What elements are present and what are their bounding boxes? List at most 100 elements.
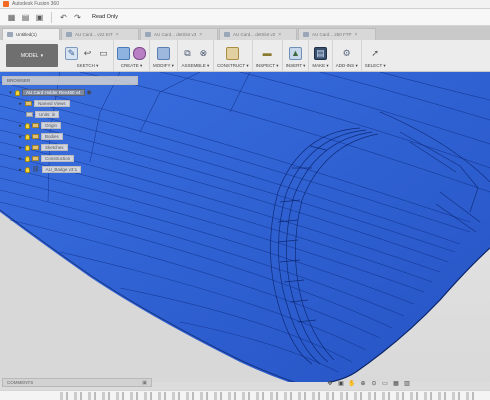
- expand-arrow-icon[interactable]: ▸: [18, 101, 23, 107]
- select-group[interactable]: ➚ SELECT ▾: [362, 40, 389, 71]
- create-sketch-icon[interactable]: ✎: [65, 46, 78, 60]
- joint-icon[interactable]: ⊗: [197, 47, 210, 60]
- folder-icon: [32, 123, 39, 128]
- fusion-logo-icon: [3, 1, 9, 7]
- construct-group[interactable]: CONSTRUCT ▾: [214, 40, 253, 71]
- navigation-bar: ✥ ▣ ✋ ⊕ ⊙ ▭ ▦ ▥: [326, 378, 450, 388]
- tab-close-icon[interactable]: ×: [116, 32, 119, 38]
- folder-icon: [32, 145, 39, 150]
- construct-label: CONSTRUCT ▾: [216, 63, 249, 68]
- grid-settings-icon[interactable]: ▦: [392, 379, 400, 387]
- measure-icon[interactable]: ▬: [261, 47, 274, 60]
- workspace-switcher[interactable]: MODEL ▾: [6, 44, 58, 67]
- fit-icon[interactable]: ⊙: [370, 379, 378, 387]
- visibility-bulb-icon[interactable]: [25, 166, 30, 173]
- tab-label: AU Card... v22 EIT: [75, 32, 113, 37]
- press-pull-icon[interactable]: [156, 46, 170, 60]
- save-icon[interactable]: ▣: [34, 12, 45, 23]
- tab-document-5[interactable]: AU Card... 250 FTP ×: [298, 28, 376, 40]
- expand-arrow-icon[interactable]: ▸: [18, 156, 23, 162]
- add-comment-icon[interactable]: ▣: [142, 380, 147, 386]
- inspect-group[interactable]: ▬ INSPECT ▾: [253, 40, 283, 71]
- visibility-bulb-icon[interactable]: [25, 144, 30, 151]
- activate-radio-icon[interactable]: ◉: [87, 89, 92, 96]
- tab-document-4[interactable]: AU Card... detSlot v2 ×: [219, 28, 297, 40]
- read-only-label: Read Only: [92, 14, 118, 20]
- document-icon: [7, 32, 13, 37]
- select-label: SELECT ▾: [364, 63, 386, 68]
- look-at-icon[interactable]: ▣: [337, 379, 345, 387]
- undo-icon[interactable]: ↶: [58, 12, 69, 23]
- pan-icon[interactable]: ✋: [348, 379, 356, 387]
- assemble-group[interactable]: ⧉ ⊗ ASSEMBLE ▾: [178, 40, 214, 71]
- comments-panel[interactable]: COMMENTS ▣: [2, 378, 152, 387]
- window-title: Autodesk Fusion 360: [12, 1, 59, 7]
- data-panel-grid-icon[interactable]: ▦: [6, 12, 17, 23]
- timeline-markers: [60, 392, 480, 400]
- display-settings-icon[interactable]: ▭: [381, 379, 389, 387]
- expand-arrow-icon[interactable]: ▸: [18, 123, 23, 129]
- new-component-icon[interactable]: ⧉: [181, 47, 194, 60]
- insert-group[interactable]: ▲ INSERT ▾: [283, 40, 310, 71]
- document-tab-strip: Untitled(1) AU Card... v22 EIT × AU Card…: [0, 26, 490, 40]
- tree-item-construction[interactable]: ▸ Construction: [18, 154, 75, 163]
- tree-item-root[interactable]: ▾ AU Card Holder Rev460 v4 ◉: [8, 88, 92, 97]
- file-menu-icon[interactable]: ▤: [20, 12, 31, 23]
- sketch-group[interactable]: ✎ ↩ ▭ SKETCH ▾: [62, 40, 114, 71]
- rectangle-icon[interactable]: ▭: [97, 47, 110, 60]
- visibility-bulb-icon[interactable]: [25, 122, 30, 129]
- extrude-icon[interactable]: [117, 46, 130, 60]
- expand-arrow-icon[interactable]: ▸: [18, 167, 23, 173]
- tree-item-label: Units: in: [35, 111, 60, 118]
- tab-close-icon[interactable]: ×: [355, 32, 358, 38]
- timeline-strip[interactable]: [0, 390, 490, 400]
- tab-document-2[interactable]: AU Card... v22 EIT ×: [61, 28, 139, 40]
- visibility-bulb-icon[interactable]: [25, 155, 30, 162]
- form-icon[interactable]: [133, 46, 146, 60]
- insert-image-icon[interactable]: ▲: [288, 46, 302, 60]
- visibility-bulb-icon[interactable]: [25, 133, 30, 140]
- zoom-icon[interactable]: ⊕: [359, 379, 367, 387]
- tab-label: AU Card... 250 FTP: [312, 32, 352, 37]
- document-icon: [224, 32, 230, 37]
- tab-label: Untitled(1): [16, 32, 37, 37]
- tree-item-label: Origin: [41, 122, 62, 129]
- sketch-label: SKETCH ▾: [76, 63, 99, 68]
- redo-icon[interactable]: ↷: [72, 12, 83, 23]
- 3d-print-icon[interactable]: ▤: [314, 46, 328, 60]
- tree-item-sketches[interactable]: ▸ Sketches: [18, 143, 68, 152]
- tab-untitled[interactable]: Untitled(1): [2, 28, 60, 40]
- offset-plane-icon[interactable]: [226, 46, 240, 60]
- collapse-arrow-icon[interactable]: ▾: [8, 90, 13, 96]
- select-cursor-icon[interactable]: ➚: [369, 47, 382, 60]
- tab-close-icon[interactable]: ×: [199, 32, 202, 38]
- orbit-icon[interactable]: ✥: [326, 379, 334, 387]
- tree-item-origin[interactable]: ▸ Origin: [18, 121, 62, 130]
- assemble-label: ASSEMBLE ▾: [181, 63, 210, 68]
- tree-item-bodies[interactable]: ▸ Bodies: [18, 132, 63, 141]
- tree-item-named-views[interactable]: ▸ Named Views: [18, 99, 70, 108]
- modify-group[interactable]: MODIFY ▾: [150, 40, 178, 71]
- tab-close-icon[interactable]: ×: [278, 32, 281, 38]
- scripts-icon[interactable]: ⚙: [340, 47, 353, 60]
- tree-item-au-badge[interactable]: ▸ ⛓ AU_Badge v3:1: [18, 165, 82, 174]
- add-ins-group[interactable]: ⚙ ADD-INS ▾: [333, 40, 362, 71]
- folder-icon: [32, 156, 39, 161]
- create-group[interactable]: CREATE ▾: [114, 40, 150, 71]
- chevron-down-icon: ▾: [40, 52, 44, 59]
- make-group[interactable]: ▤ MAKE ▾: [309, 40, 333, 71]
- browser-header[interactable]: BROWSER: [2, 76, 138, 85]
- document-icon: [66, 32, 72, 37]
- insert-label: INSERT ▾: [285, 63, 306, 68]
- folder-icon: [25, 101, 32, 106]
- expand-arrow-icon[interactable]: ▸: [18, 145, 23, 151]
- viewports-icon[interactable]: ▥: [403, 379, 411, 387]
- line-icon[interactable]: ↩: [81, 47, 94, 60]
- title-bar: Autodesk Fusion 360: [0, 0, 490, 9]
- expand-arrow-icon[interactable]: ▸: [18, 134, 23, 140]
- tab-document-3[interactable]: AU Card... detSlot v3 ×: [140, 28, 218, 40]
- app-window: Autodesk Fusion 360 ▦ ▤ ▣ ↶ ↷ Read Only …: [0, 0, 490, 400]
- visibility-bulb-icon[interactable]: [15, 89, 20, 96]
- tree-item-units[interactable]: Units: in: [26, 110, 60, 119]
- tree-item-label: Bodies: [41, 133, 63, 140]
